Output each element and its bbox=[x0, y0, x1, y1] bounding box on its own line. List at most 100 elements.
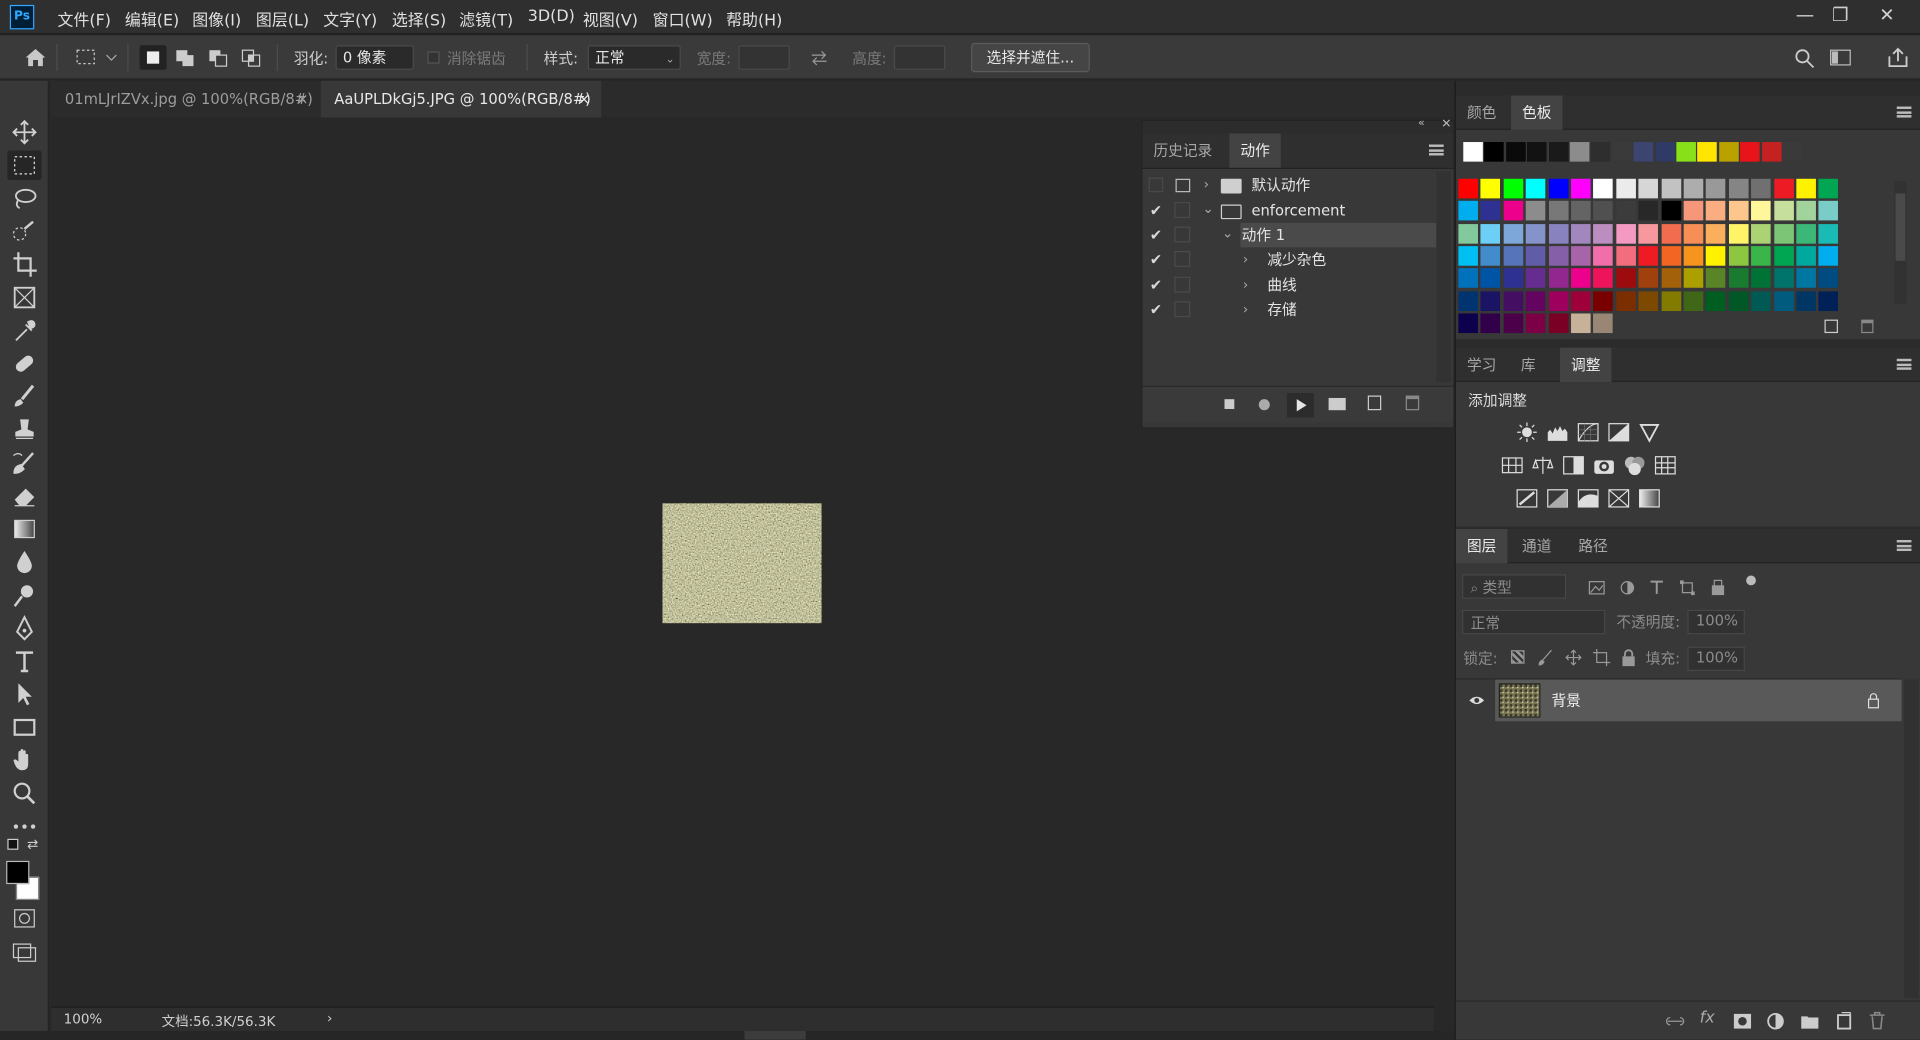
crop-tool[interactable] bbox=[7, 250, 41, 279]
height-input[interactable] bbox=[893, 45, 946, 70]
zoom-level[interactable]: 100% bbox=[64, 1011, 103, 1027]
scroll-thumb[interactable] bbox=[744, 1031, 806, 1040]
opacity-input[interactable]: 100% bbox=[1687, 609, 1745, 635]
color-swatch[interactable] bbox=[1593, 223, 1614, 244]
recent-swatch[interactable] bbox=[1591, 142, 1611, 162]
new-layer-icon[interactable] bbox=[1836, 1011, 1853, 1030]
color-swatch[interactable] bbox=[1706, 201, 1726, 221]
default-colors-icon[interactable] bbox=[7, 838, 19, 850]
menu-help[interactable]: 帮助(H) bbox=[726, 7, 782, 30]
tab-learn[interactable]: 学习 bbox=[1456, 348, 1507, 382]
tab-libraries[interactable]: 库 bbox=[1510, 348, 1547, 382]
color-swatch[interactable] bbox=[1525, 178, 1546, 199]
layers-scrollbar[interactable] bbox=[1904, 679, 1919, 998]
levels-icon[interactable] bbox=[1545, 420, 1569, 444]
color-swatch[interactable] bbox=[1458, 313, 1478, 333]
share-icon[interactable] bbox=[1885, 45, 1912, 69]
delete-layer-icon[interactable] bbox=[1869, 1011, 1886, 1030]
foreground-color-swatch[interactable] bbox=[6, 860, 30, 885]
dialog-toggle-box[interactable] bbox=[1174, 301, 1191, 318]
color-swatch[interactable] bbox=[1525, 268, 1546, 288]
color-swatch[interactable] bbox=[1751, 201, 1771, 221]
color-swatch[interactable] bbox=[1525, 223, 1546, 244]
swap-colors-icon[interactable]: ⇄ bbox=[27, 836, 38, 852]
color-swatch[interactable] bbox=[1616, 268, 1636, 288]
dialog-toggle-box[interactable] bbox=[1174, 251, 1191, 267]
dialog-toggle-box[interactable] bbox=[1174, 202, 1191, 218]
panel-menu-icon[interactable] bbox=[1428, 144, 1444, 156]
check-icon[interactable]: ✔ bbox=[1146, 300, 1166, 320]
color-swatch[interactable] bbox=[1616, 290, 1636, 311]
eyedropper-tool[interactable] bbox=[7, 316, 41, 345]
color-swatch[interactable] bbox=[1796, 223, 1816, 244]
exposure-icon[interactable] bbox=[1607, 420, 1631, 444]
color-swatch[interactable] bbox=[1638, 201, 1659, 221]
invert-icon[interactable] bbox=[1515, 486, 1539, 510]
color-swatch[interactable] bbox=[1773, 268, 1794, 288]
add-to-selection-icon[interactable] bbox=[171, 45, 198, 69]
color-swatch[interactable] bbox=[1773, 201, 1794, 221]
color-swatch[interactable] bbox=[1796, 201, 1816, 221]
gradient-map-icon[interactable] bbox=[1637, 486, 1661, 510]
chevron-right-icon[interactable]: › bbox=[1243, 273, 1248, 297]
filter-type-icon[interactable] bbox=[1647, 578, 1667, 598]
color-swatch[interactable] bbox=[1593, 290, 1614, 311]
search-icon[interactable] bbox=[1791, 45, 1818, 69]
quick-select-tool[interactable] bbox=[7, 217, 41, 246]
color-swatch[interactable] bbox=[1796, 268, 1816, 288]
tab-actions[interactable]: 动作 bbox=[1229, 133, 1281, 168]
chevron-right-icon[interactable]: › bbox=[1243, 298, 1248, 322]
threshold-icon[interactable] bbox=[1576, 486, 1600, 510]
add-mask-icon[interactable] bbox=[1733, 1013, 1753, 1030]
chevron-right-icon[interactable]: › bbox=[1243, 247, 1248, 271]
color-swatch[interactable] bbox=[1480, 178, 1501, 199]
color-swatch[interactable] bbox=[1661, 201, 1681, 221]
hue-saturation-icon[interactable] bbox=[1500, 453, 1524, 477]
trash-icon[interactable] bbox=[1405, 395, 1420, 411]
color-swatch[interactable] bbox=[1503, 313, 1524, 333]
color-swatch[interactable] bbox=[1548, 223, 1569, 244]
clone-stamp-tool[interactable] bbox=[7, 415, 41, 444]
play-button[interactable] bbox=[1286, 393, 1314, 418]
color-swatch[interactable] bbox=[1616, 201, 1636, 221]
frame-tool[interactable] bbox=[7, 283, 41, 312]
color-swatch[interactable] bbox=[1571, 313, 1591, 333]
style-select[interactable]: 正常 ⌄ bbox=[587, 45, 681, 70]
color-swatch[interactable] bbox=[1458, 290, 1478, 311]
lock-transparent-icon[interactable] bbox=[1511, 650, 1525, 664]
lock-position-icon[interactable] bbox=[1564, 648, 1584, 668]
intersect-selection-icon[interactable] bbox=[238, 45, 265, 69]
color-swatch[interactable] bbox=[1616, 223, 1636, 244]
color-swatch[interactable] bbox=[1818, 245, 1839, 266]
color-swatch[interactable] bbox=[1480, 201, 1501, 221]
color-swatch[interactable] bbox=[1571, 223, 1591, 244]
recent-swatch[interactable] bbox=[1655, 142, 1675, 162]
marquee-tool[interactable] bbox=[7, 150, 42, 181]
color-swatch[interactable] bbox=[1728, 290, 1749, 311]
color-swatch[interactable] bbox=[1773, 245, 1794, 266]
color-swatch[interactable] bbox=[1548, 313, 1569, 333]
subtract-selection-icon[interactable] bbox=[204, 45, 231, 69]
pen-tool[interactable] bbox=[7, 613, 41, 642]
color-swatch[interactable] bbox=[1458, 268, 1478, 288]
menu-edit[interactable]: 编辑(E) bbox=[125, 7, 179, 30]
blur-tool[interactable] bbox=[7, 547, 41, 576]
panel-menu-icon[interactable] bbox=[1896, 540, 1912, 552]
select-and-mask-button[interactable]: 选择并遮住... bbox=[971, 42, 1090, 73]
tab-layers[interactable]: 图层 bbox=[1455, 528, 1508, 564]
color-swatch[interactable] bbox=[1503, 268, 1524, 288]
color-swatch[interactable] bbox=[1593, 268, 1614, 288]
menu-window[interactable]: 窗口(W) bbox=[653, 7, 713, 30]
color-swatch[interactable] bbox=[1458, 178, 1478, 199]
document-image[interactable] bbox=[662, 503, 822, 624]
color-swatch[interactable] bbox=[1458, 201, 1478, 221]
color-swatch[interactable] bbox=[1683, 178, 1704, 199]
recent-swatch[interactable] bbox=[1505, 142, 1526, 162]
color-swatch[interactable] bbox=[1751, 223, 1771, 244]
color-swatch[interactable] bbox=[1503, 245, 1524, 266]
chevron-right-icon[interactable]: › bbox=[1204, 173, 1209, 197]
close-icon[interactable]: × bbox=[578, 81, 590, 118]
color-swatch[interactable] bbox=[1503, 178, 1524, 199]
tab-history[interactable]: 历史记录 bbox=[1142, 133, 1223, 167]
check-icon[interactable]: ✔ bbox=[1146, 201, 1166, 221]
